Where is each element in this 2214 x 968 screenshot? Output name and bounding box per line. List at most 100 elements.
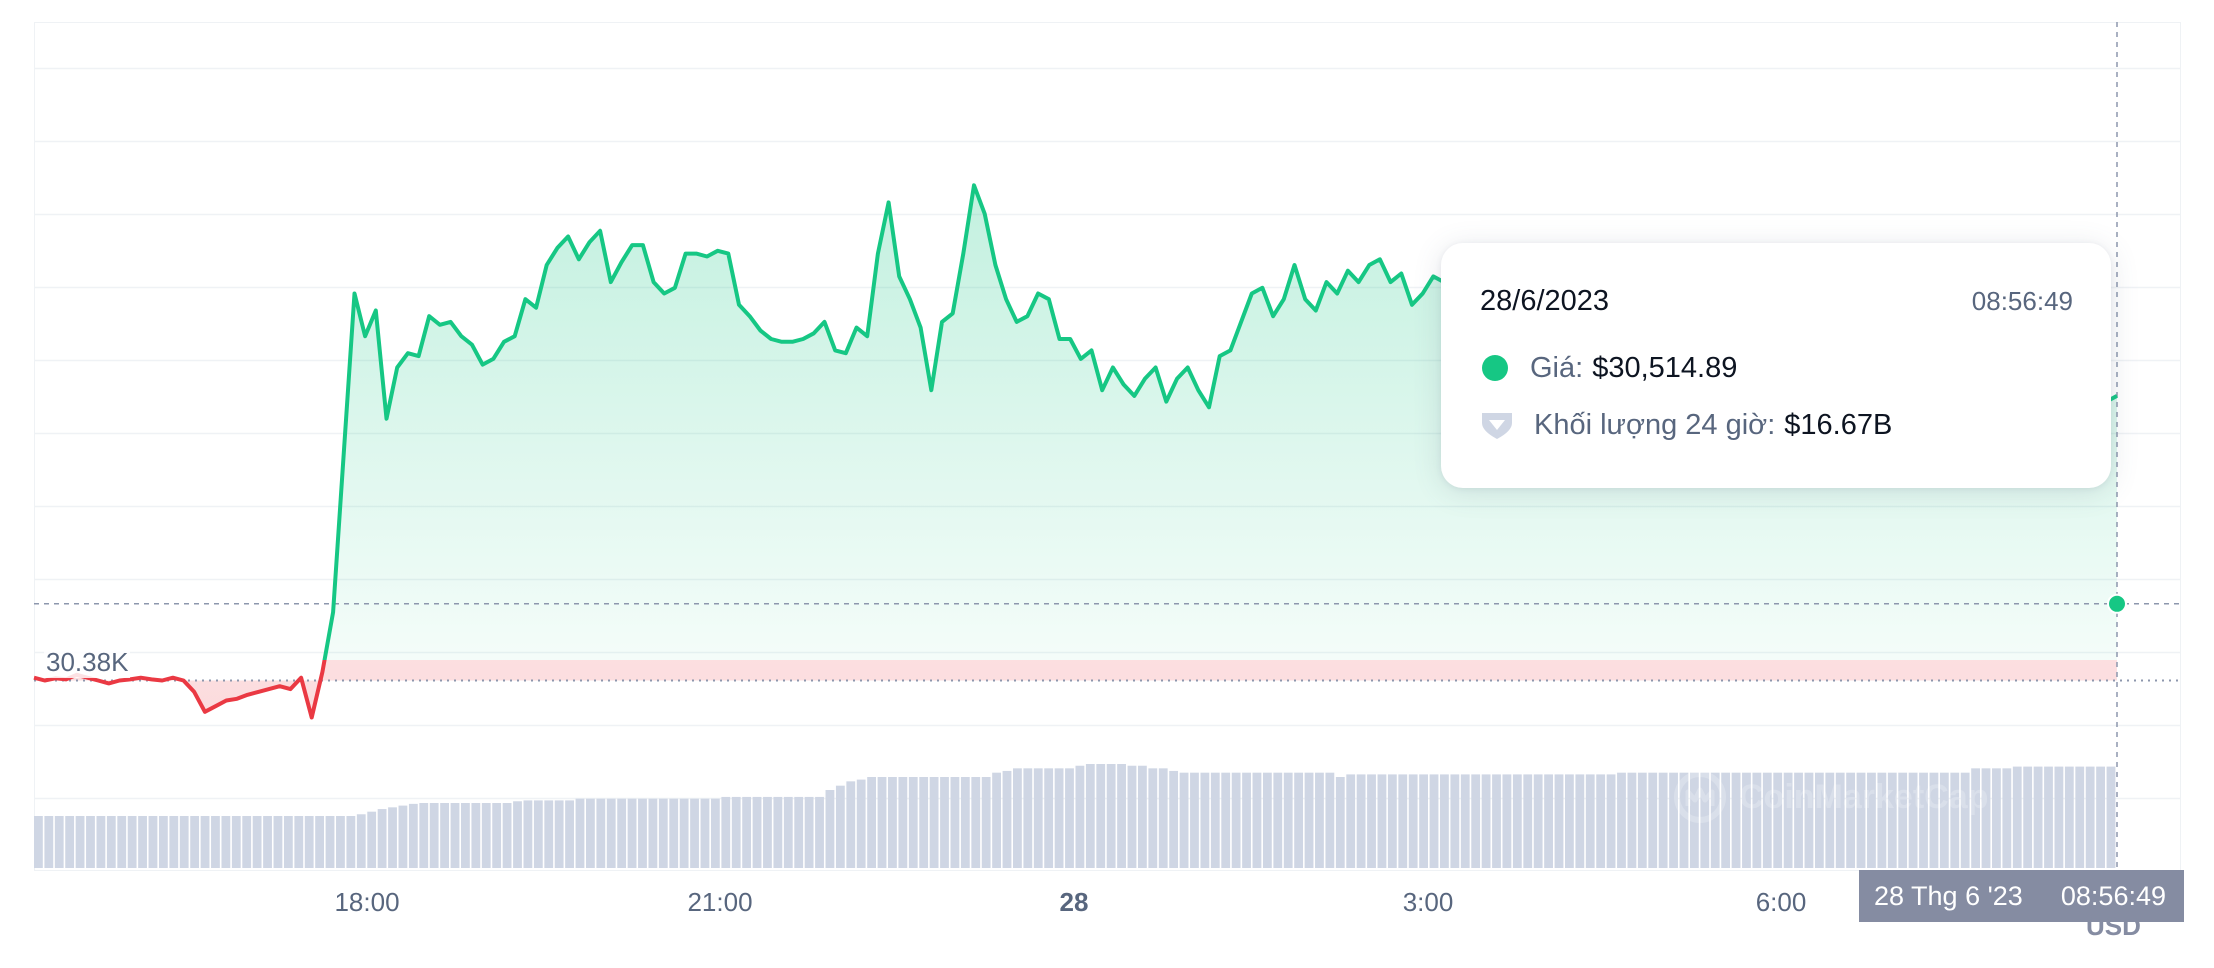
volume-bar	[586, 798, 595, 868]
volume-bar	[1200, 772, 1210, 868]
volume-bar	[1127, 765, 1137, 868]
volume-bar	[981, 777, 991, 868]
volume-bar	[1096, 764, 1106, 868]
volume-bar	[794, 796, 804, 868]
volume-bar	[315, 816, 325, 868]
x-tick-label: 6:00	[1755, 887, 1807, 917]
volume-bar	[200, 816, 210, 868]
volume-bar	[1648, 772, 1658, 868]
volume-bar	[2012, 766, 2022, 868]
volume-bar	[763, 796, 772, 868]
volume-bar	[877, 777, 887, 868]
volume-bar	[1658, 772, 1668, 868]
volume-bar	[825, 790, 835, 868]
volume-bar	[1387, 774, 1397, 868]
volume-bar	[1054, 768, 1064, 868]
volume-bar	[867, 777, 877, 868]
volume-bar	[1606, 774, 1616, 868]
volume-bar	[690, 798, 699, 868]
volume-bar	[773, 796, 783, 868]
volume-bar	[700, 798, 710, 868]
volume-bar	[1106, 764, 1116, 868]
watermark: CoinMarketCap	[1673, 770, 1988, 824]
volume-bar	[908, 777, 918, 868]
volume-bar	[888, 777, 897, 868]
volume-bar	[950, 777, 960, 868]
volume-bar	[575, 798, 585, 868]
tooltip-price-value: $30,514.89	[1592, 351, 1738, 384]
volume-bar	[1242, 772, 1251, 868]
volume-bar	[742, 796, 752, 868]
volume-bar	[638, 798, 647, 868]
volume-bar	[898, 777, 908, 868]
volume-bar	[419, 803, 429, 868]
volume-bar	[106, 816, 116, 868]
volume-bar	[1637, 772, 1647, 868]
x-tick-label: 21:00	[687, 887, 753, 917]
volume-bar	[1356, 774, 1366, 868]
volume-bar	[1460, 774, 1470, 868]
x-tick-label: 28	[1059, 887, 1089, 917]
volume-bar	[1013, 768, 1022, 868]
volume-bar	[940, 777, 949, 868]
volume-bar	[1304, 772, 1314, 868]
volume-bar	[148, 816, 158, 868]
volume-bar	[919, 777, 929, 868]
volume-bar	[1471, 774, 1481, 868]
tooltip-price-row: Giá: $30,514.89	[1480, 348, 1737, 388]
volume-bar	[1075, 765, 1085, 868]
volume-bar	[804, 796, 814, 868]
volume-bar	[502, 803, 512, 868]
volume-bar	[1085, 764, 1095, 868]
volume-bar	[2044, 766, 2053, 868]
volume-bar	[1554, 774, 1564, 868]
volume-bar	[190, 816, 200, 868]
volume-bar	[658, 798, 668, 868]
volume-bar	[1210, 772, 1220, 868]
volume-bar	[221, 816, 231, 868]
volume-bar	[565, 800, 574, 868]
volume-bar	[1137, 765, 1147, 868]
volume-bar	[1627, 772, 1637, 868]
tooltip-time: 08:56:49	[1971, 286, 2073, 316]
volume-bar	[815, 796, 824, 868]
volume-bar	[1315, 772, 1324, 868]
crosshair-time: 08:56:49	[2060, 880, 2166, 911]
volume-bar	[1575, 774, 1585, 868]
x-tick-label: 3:00	[1402, 887, 1454, 917]
volume-bar	[1565, 774, 1574, 868]
volume-bar	[752, 796, 762, 868]
price-chart-container[interactable]: CoinMarketCap 30.38K 18:00 21:00 28 3:00 6:0…	[0, 0, 2214, 968]
volume-bar	[440, 803, 449, 868]
volume-bar	[1367, 774, 1376, 868]
volume-bar	[1398, 774, 1408, 868]
volume-bar	[398, 805, 408, 868]
volume-bar	[856, 779, 866, 868]
volume-bar	[1023, 768, 1033, 868]
volume-bar	[1408, 774, 1418, 868]
volume-bar	[929, 777, 939, 868]
volume-bar	[273, 816, 283, 868]
volume-bar	[1169, 770, 1179, 868]
volume-bar	[513, 801, 522, 868]
volume-bar	[2054, 766, 2064, 868]
tooltip-volume-label: Khối lượng 24 giờ:	[1534, 408, 1776, 441]
volume-bar	[1346, 774, 1356, 868]
volume-bar	[158, 816, 168, 868]
volume-bar	[1419, 774, 1428, 868]
volume-bar	[731, 796, 741, 868]
price-dot-icon	[1482, 355, 1508, 381]
volume-bar	[1325, 772, 1335, 868]
volume-bar	[1512, 774, 1522, 868]
volume-bar	[65, 816, 75, 868]
volume-bar	[283, 816, 293, 868]
volume-bar	[2023, 766, 2033, 868]
tooltip-volume-row: Khối lượng 24 giờ: $16.67B	[1480, 405, 1892, 445]
volume-bar	[1440, 774, 1449, 868]
volume-bar	[648, 798, 658, 868]
volume-bar	[1450, 774, 1460, 868]
volume-bar	[336, 816, 345, 868]
volume-bar	[408, 803, 418, 868]
volume-bar	[1262, 772, 1272, 868]
volume-bar	[1544, 774, 1553, 868]
